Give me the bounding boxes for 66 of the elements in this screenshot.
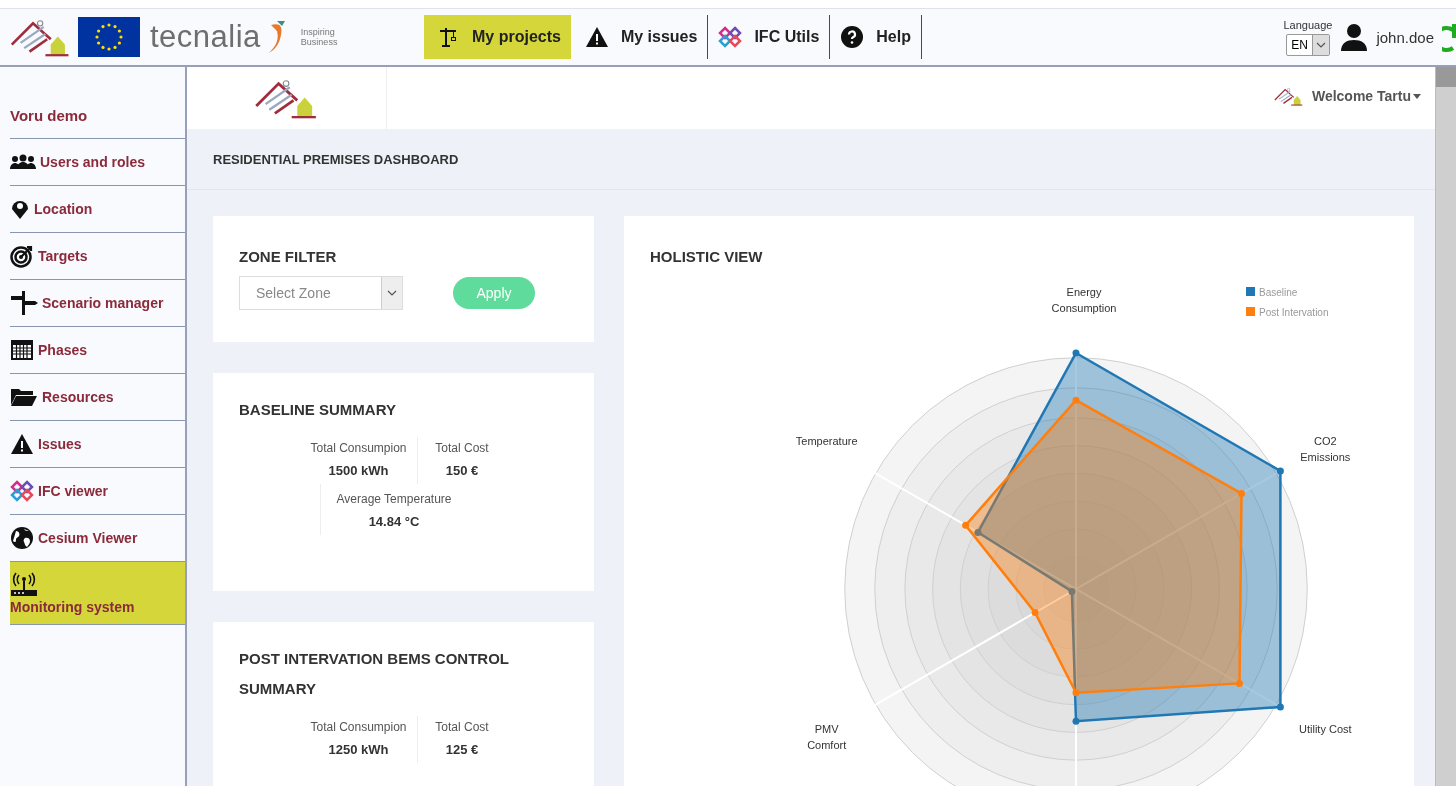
axis-label: Energy Consumption (1051, 286, 1117, 314)
stat-value: 1500 kWh (328, 463, 389, 478)
legend-label: Post Intervation (1259, 307, 1329, 318)
user-icon (1340, 23, 1369, 51)
power-icon[interactable] (1442, 22, 1456, 52)
signpost-icon (10, 290, 38, 316)
axis-label: CO2 Emissions (1300, 435, 1351, 463)
globe-icon (10, 526, 34, 550)
language-select[interactable]: EN (1286, 33, 1330, 56)
antenna-icon (10, 571, 38, 597)
card-title: ZONE FILTER (239, 247, 338, 267)
stat-value: 150 € (445, 463, 479, 478)
axis-label: PMV Comfort (807, 723, 847, 751)
target-icon (10, 244, 34, 268)
card-title: BASELINE SUMMARY (239, 400, 397, 420)
warning-icon (584, 25, 609, 49)
scroll-up-button[interactable] (1436, 67, 1456, 87)
chevron-down-icon (381, 277, 402, 309)
nav-tab[interactable]: My projects (424, 15, 571, 59)
interlinked-squares-icon (10, 479, 34, 503)
stat-value: 1250 kWh (328, 742, 389, 757)
legend-label: Baseline (1259, 287, 1298, 298)
stat-label: Total Consumpion (310, 720, 407, 734)
brand-name: tecnalia (150, 19, 261, 55)
stat-label: Total Cost (435, 441, 489, 455)
location-pin-icon (10, 198, 30, 220)
sidebar-item[interactable]: IFC viewer (10, 468, 185, 515)
sidebar-item[interactable]: Phases (10, 327, 185, 374)
caret-icon (1413, 93, 1421, 99)
stat-value: 14.84 °C (368, 514, 420, 529)
zone-select[interactable]: Select Zone (239, 276, 403, 310)
stat-label: Total Consumpion (310, 441, 407, 455)
axis-label: Temperature (795, 435, 858, 447)
card-title: POST INTERVATION BEMS CONTROL SUMMARY (239, 649, 510, 699)
axis-label: Utility Cost (1299, 723, 1352, 735)
flag-logo (78, 17, 140, 57)
sidebar-item[interactable]: Resources (10, 374, 185, 421)
sidebar-item[interactable]: Targets (10, 233, 185, 280)
interlinked-squares-icon (718, 25, 743, 49)
users-icon (10, 154, 36, 170)
nav-tab[interactable]: My issues (574, 15, 709, 59)
sidebar-item[interactable]: Users and roles (10, 139, 185, 186)
scrollbar[interactable] (1435, 67, 1456, 786)
welcome-menu[interactable]: Welcome Tartu (1311, 88, 1421, 104)
sidebar-item[interactable]: Monitoring system (10, 562, 185, 625)
card-title: HOLISTIC VIEW (650, 247, 764, 267)
house-logo (1273, 86, 1304, 106)
calendar-icon (10, 339, 34, 361)
sidebar-item[interactable]: Issues (10, 421, 185, 468)
stat-label: Total Cost (435, 720, 489, 734)
stat-label: Average Temperature (336, 492, 452, 506)
nav-tab[interactable]: Help (830, 15, 922, 59)
brand-tagline: Inspiring Business (300, 27, 339, 47)
stat-value: 125 € (445, 742, 479, 757)
username-link[interactable]: john.doe (1376, 28, 1434, 46)
warning-icon (10, 432, 34, 456)
sidebar-item[interactable]: Scenario manager (10, 280, 185, 327)
page-title: RESIDENTIAL PREMISES DASHBOARD (213, 151, 459, 167)
project-name: Voru demo (10, 67, 185, 139)
nav-tab[interactable]: IFC Utils (708, 15, 831, 59)
help-icon (840, 25, 865, 49)
swoosh-logo (266, 19, 287, 55)
folder-icon (10, 386, 38, 408)
sidebar-item[interactable]: Location (10, 186, 185, 233)
language-label: Language (1283, 18, 1333, 31)
chevron-down-icon (1311, 34, 1329, 55)
